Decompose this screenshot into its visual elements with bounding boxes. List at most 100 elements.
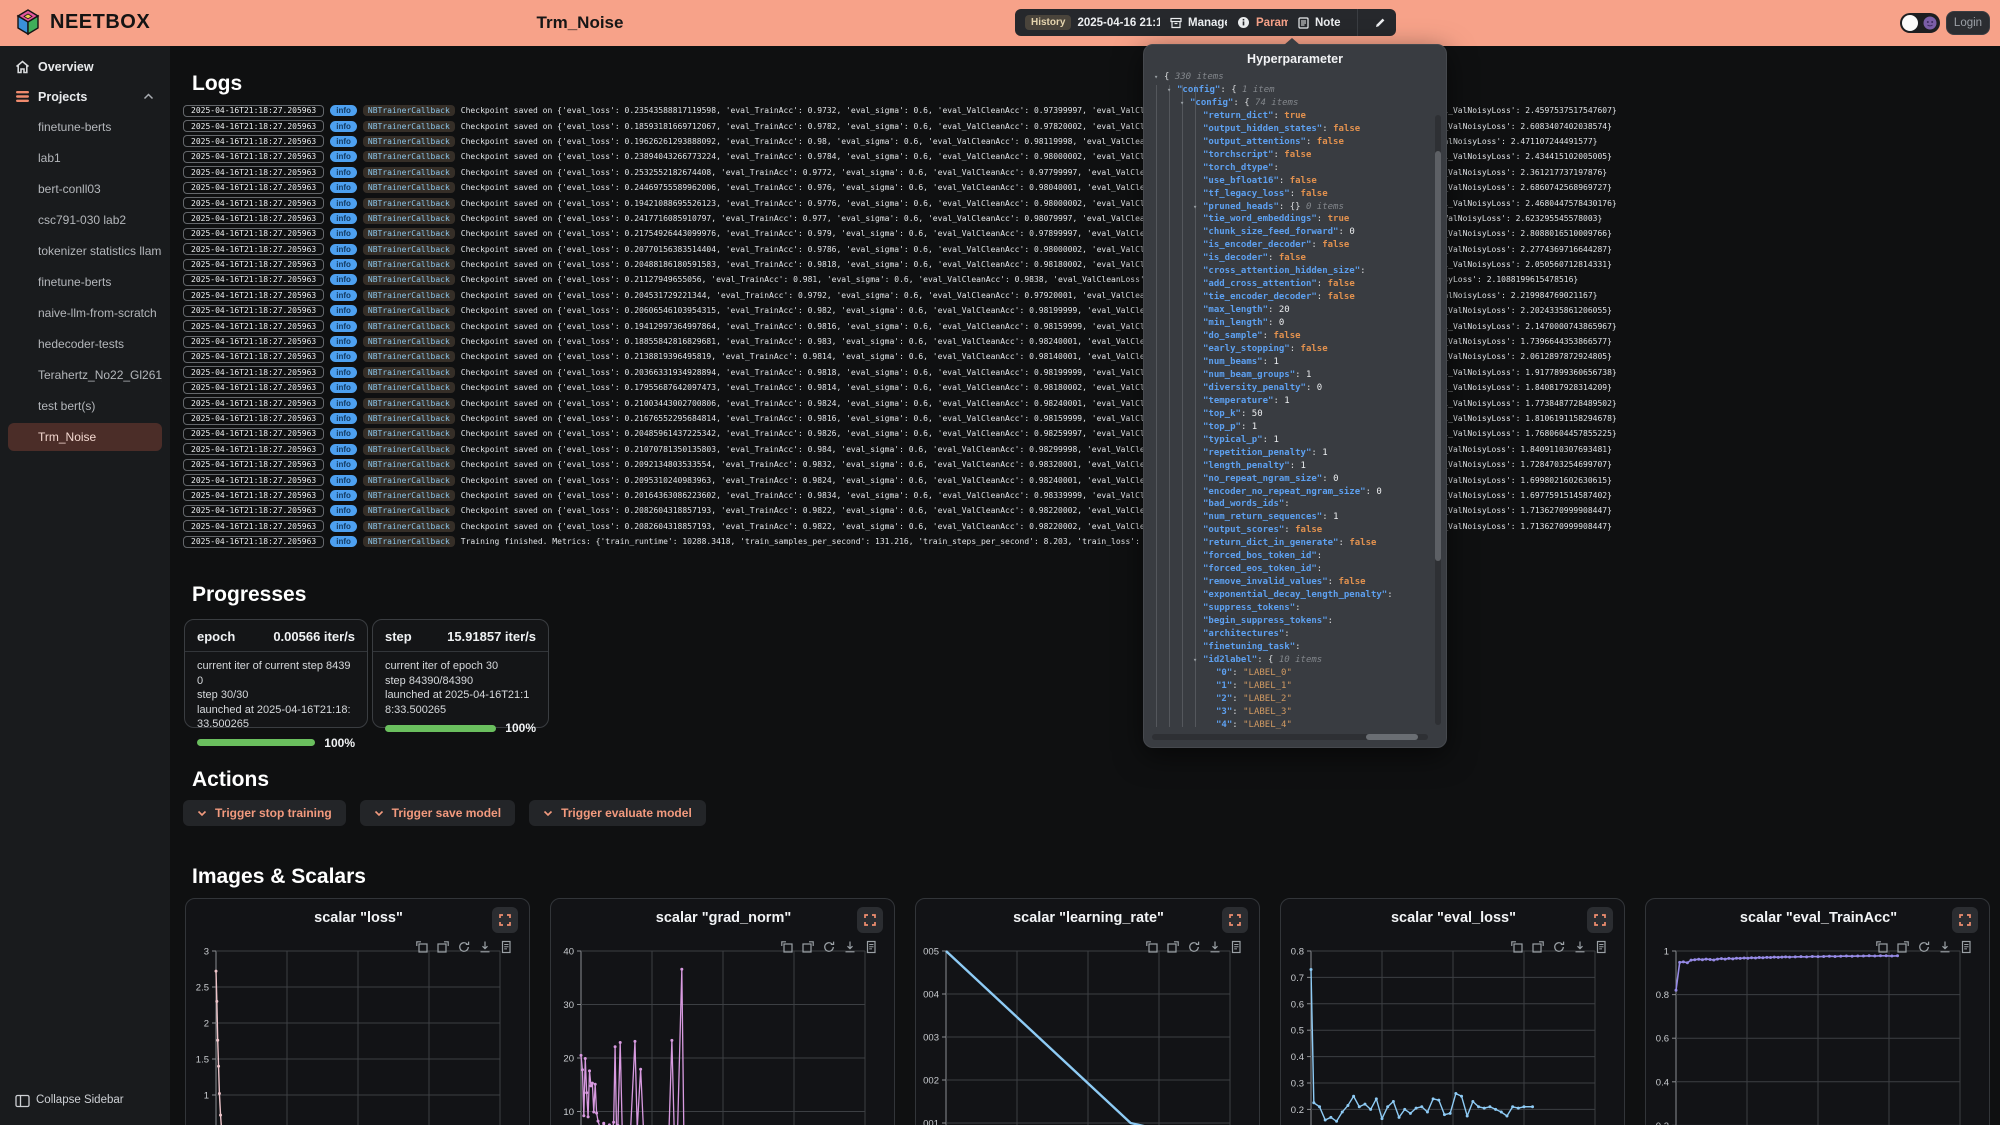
download-icon[interactable] — [478, 940, 492, 954]
json-tree-line[interactable]: "typical_p": 1 — [1152, 434, 1430, 447]
collapse-sidebar-button[interactable]: Collapse Sidebar — [0, 1087, 170, 1117]
popover-horizontal-scrollbar-thumb[interactable] — [1366, 734, 1418, 740]
json-tree-line[interactable]: "encoder_no_repeat_ngram_size": 0 — [1152, 486, 1430, 499]
sidebar-project-item[interactable]: Terahertz_No22_Gl261_gl... — [8, 361, 162, 389]
log-row[interactable]: 2025-04-16T21:18:27.205963infoNBTrainerC… — [183, 134, 1995, 149]
chart-expand-button[interactable] — [492, 907, 518, 933]
zoom-box-icon[interactable] — [780, 940, 794, 954]
zoom-box-icon[interactable] — [1510, 940, 1524, 954]
sidebar-item-overview[interactable]: Overview — [0, 51, 170, 82]
json-tree-line[interactable]: "2": "LABEL_2" — [1152, 693, 1430, 706]
json-tree-line[interactable]: "diversity_penalty": 0 — [1152, 382, 1430, 395]
json-tree-line[interactable]: "return_dict_in_generate": false — [1152, 537, 1430, 550]
sidebar-item-projects[interactable]: Projects — [0, 81, 170, 112]
sidebar-project-item[interactable]: hedecoder-tests — [8, 330, 162, 358]
log-row[interactable]: 2025-04-16T21:18:27.205963infoNBTrainerC… — [183, 272, 1995, 287]
log-row[interactable]: 2025-04-16T21:18:27.205963infoNBTrainerC… — [183, 488, 1995, 503]
chart-expand-button[interactable] — [857, 907, 883, 933]
download-icon[interactable] — [1573, 940, 1587, 954]
brand[interactable]: NEETBOX — [14, 8, 150, 36]
popover-vertical-scrollbar-thumb[interactable] — [1435, 151, 1441, 561]
log-row[interactable]: 2025-04-16T21:18:27.205963infoNBTrainerC… — [183, 534, 1995, 549]
json-tree-line[interactable]: "is_decoder": false — [1152, 252, 1430, 265]
json-tree-line[interactable]: "tie_encoder_decoder": false — [1152, 291, 1430, 304]
json-tree-line[interactable]: "architectures": — [1152, 628, 1430, 641]
sidebar-project-item[interactable]: Trm_Noise — [8, 423, 162, 451]
zoom-box-icon[interactable] — [1875, 940, 1889, 954]
refresh-icon[interactable] — [1552, 940, 1566, 954]
expand-arrow-icon[interactable]: ▾ — [1193, 201, 1203, 214]
chevron-up-icon[interactable] — [143, 93, 154, 100]
log-row[interactable]: 2025-04-16T21:18:27.205963infoNBTrainerC… — [183, 195, 1995, 210]
json-tree-line[interactable]: "torch_dtype": — [1152, 162, 1430, 175]
log-row[interactable]: 2025-04-16T21:18:27.205963infoNBTrainerC… — [183, 165, 1995, 180]
sidebar-project-item[interactable]: test bert(s) — [8, 392, 162, 420]
json-tree-line[interactable]: "output_scores": false — [1152, 524, 1430, 537]
json-tree-line[interactable]: "temperature": 1 — [1152, 395, 1430, 408]
download-icon[interactable] — [843, 940, 857, 954]
expand-arrow-icon[interactable]: ▾ — [1193, 654, 1203, 667]
sidebar-project-item[interactable]: naive-llm-from-scratch — [8, 299, 162, 327]
log-row[interactable]: 2025-04-16T21:18:27.205963infoNBTrainerC… — [183, 242, 1995, 257]
refresh-icon[interactable] — [457, 940, 471, 954]
log-row[interactable]: 2025-04-16T21:18:27.205963infoNBTrainerC… — [183, 503, 1995, 518]
log-row[interactable]: 2025-04-16T21:18:27.205963infoNBTrainerC… — [183, 349, 1995, 364]
chart-plot-area[interactable]: 32.521.51 — [186, 899, 530, 1125]
login-button[interactable]: Login — [1946, 11, 1990, 35]
theme-toggle[interactable] — [1900, 13, 1940, 33]
log-row[interactable]: 2025-04-16T21:18:27.205963infoNBTrainerC… — [183, 226, 1995, 241]
log-file-icon[interactable] — [864, 940, 878, 954]
log-row[interactable]: 2025-04-16T21:18:27.205963infoNBTrainerC… — [183, 365, 1995, 380]
json-tree-line[interactable]: "exponential_decay_length_penalty": — [1152, 589, 1430, 602]
json-tree-line[interactable]: "tf_legacy_loss": false — [1152, 188, 1430, 201]
refresh-icon[interactable] — [1187, 940, 1201, 954]
json-tree-line[interactable]: "torchscript": false — [1152, 149, 1430, 162]
json-tree-line[interactable]: ▾"config": { 1 item — [1152, 84, 1430, 97]
json-tree-line[interactable]: "cross_attention_hidden_size": — [1152, 265, 1430, 278]
log-list[interactable]: 2025-04-16T21:18:27.205963infoNBTrainerC… — [183, 103, 1995, 555]
log-file-icon[interactable] — [1959, 940, 1973, 954]
hyperparameter-json-tree[interactable]: ▾{ 330 items▾"config": { 1 item▾"config"… — [1152, 71, 1430, 731]
json-tree-line[interactable]: "forced_eos_token_id": — [1152, 563, 1430, 576]
json-tree-line[interactable]: "suppress_tokens": — [1152, 602, 1430, 615]
trigger-action-button[interactable]: Trigger stop training — [183, 800, 346, 826]
json-tree-line[interactable]: "do_sample": false — [1152, 330, 1430, 343]
json-tree-line[interactable]: "add_cross_attention": false — [1152, 278, 1430, 291]
json-tree-line[interactable]: ▾"pruned_heads": {} 0 items — [1152, 201, 1430, 214]
json-tree-line[interactable]: "remove_invalid_values": false — [1152, 576, 1430, 589]
log-row[interactable]: 2025-04-16T21:18:27.205963infoNBTrainerC… — [183, 103, 1995, 118]
json-tree-line[interactable]: "bad_words_ids": — [1152, 498, 1430, 511]
zoom-box-icon[interactable] — [415, 940, 429, 954]
json-tree-line[interactable]: "top_k": 50 — [1152, 408, 1430, 421]
log-row[interactable]: 2025-04-16T21:18:27.205963infoNBTrainerC… — [183, 426, 1995, 441]
json-tree-line[interactable]: "length_penalty": 1 — [1152, 460, 1430, 473]
json-tree-line[interactable]: ▾"config": { 74 items — [1152, 97, 1430, 110]
sidebar-project-item[interactable]: lab1 — [8, 144, 162, 172]
json-tree-line[interactable]: "no_repeat_ngram_size": 0 — [1152, 473, 1430, 486]
expand-arrow-icon[interactable]: ▾ — [1180, 97, 1190, 110]
download-icon[interactable] — [1208, 940, 1222, 954]
chart-plot-area[interactable]: 005004003002001 — [916, 899, 1260, 1125]
json-tree-line[interactable]: "min_length": 0 — [1152, 317, 1430, 330]
log-row[interactable]: 2025-04-16T21:18:27.205963infoNBTrainerC… — [183, 395, 1995, 410]
zoom-reset-icon[interactable] — [1166, 940, 1180, 954]
sidebar-project-item[interactable]: finetune-berts — [8, 268, 162, 296]
log-row[interactable]: 2025-04-16T21:18:27.205963infoNBTrainerC… — [183, 334, 1995, 349]
download-icon[interactable] — [1938, 940, 1952, 954]
log-file-icon[interactable] — [499, 940, 513, 954]
sidebar-project-item[interactable]: tokenizer statistics llama... — [8, 237, 162, 265]
json-tree-line[interactable]: "3": "LABEL_3" — [1152, 706, 1430, 719]
chart-expand-button[interactable] — [1222, 907, 1248, 933]
chart-expand-button[interactable] — [1952, 907, 1978, 933]
json-tree-line[interactable]: "max_length": 20 — [1152, 304, 1430, 317]
chart-plot-area[interactable]: 40302010 — [551, 899, 895, 1125]
log-row[interactable]: 2025-04-16T21:18:27.205963infoNBTrainerC… — [183, 472, 1995, 487]
zoom-reset-icon[interactable] — [1531, 940, 1545, 954]
json-tree-line[interactable]: "4": "LABEL_4" — [1152, 719, 1430, 731]
zoom-box-icon[interactable] — [1145, 940, 1159, 954]
sidebar-project-item[interactable]: finetune-berts — [8, 113, 162, 141]
trigger-action-button[interactable]: Trigger save model — [360, 800, 515, 826]
json-tree-line[interactable]: ▾{ 330 items — [1152, 71, 1430, 84]
sidebar-project-item[interactable]: csc791-030 lab2 — [8, 206, 162, 234]
json-tree-line[interactable]: "forced_bos_token_id": — [1152, 550, 1430, 563]
